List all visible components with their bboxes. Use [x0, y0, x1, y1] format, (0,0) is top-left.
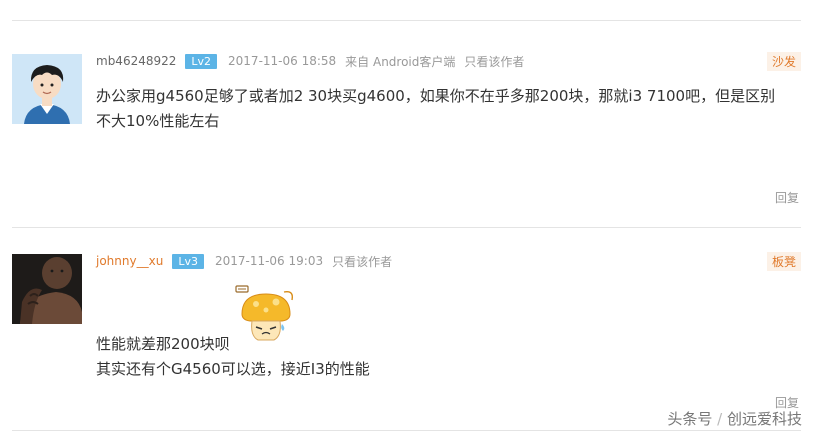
reply-button[interactable]: 回复	[775, 189, 799, 206]
post-divider	[12, 227, 801, 228]
post-time: 2017-11-06 18:58	[228, 54, 337, 68]
username[interactable]: mb46248922	[96, 54, 176, 68]
floor-badge: 板凳	[766, 252, 801, 271]
bottom-divider	[12, 430, 801, 431]
content-line: 办公家用g4560足够了或者加2 30块买g4600，如果你不在乎多那200块，…	[96, 87, 776, 105]
level-badge: Lv3	[172, 253, 204, 269]
avatar-cartoon-user[interactable]	[12, 54, 82, 124]
post-time: 2017-11-06 19:03	[214, 254, 324, 268]
content-line: 不大10%性能左右	[96, 112, 220, 130]
content-line: 其实还有个G4560可以选，接近I3的性能	[96, 360, 370, 378]
watermark-slash: /	[717, 410, 723, 428]
cartoon-avatar-icon	[12, 54, 82, 124]
post-content: 办公家用g4560足够了或者加2 30块买g4600，如果你不在乎多那200块，…	[96, 84, 775, 134]
avatar-photo-user[interactable]	[12, 254, 82, 324]
only-author-link[interactable]: 只看该作者	[464, 53, 524, 70]
post-meta: mb46248922 Lv2 2017-11-06 18:58 来自 Andro…	[96, 53, 524, 69]
level-badge: Lv2	[185, 53, 218, 69]
watermark-name: 创远爱科技	[726, 410, 802, 428]
post-source: 来自 Android客户端	[345, 54, 456, 69]
watermark-prefix: 头条号	[667, 410, 713, 428]
top-divider	[12, 20, 801, 21]
username[interactable]: johnny__xu	[96, 254, 163, 268]
only-author-link[interactable]: 只看该作者	[332, 253, 392, 270]
photo-avatar-icon	[12, 254, 82, 324]
content-line: 性能就差那200块呗	[96, 335, 230, 353]
source-watermark: 头条号 / 创远爱科技	[667, 408, 802, 429]
post-meta: johnny__xu Lv3 2017-11-06 19:03 只看该作者	[96, 253, 392, 269]
post-content: 性能就差那200块呗 其实还有个G4560可以选，接近I3的性能	[96, 332, 370, 382]
floor-badge: 沙发	[766, 52, 801, 71]
